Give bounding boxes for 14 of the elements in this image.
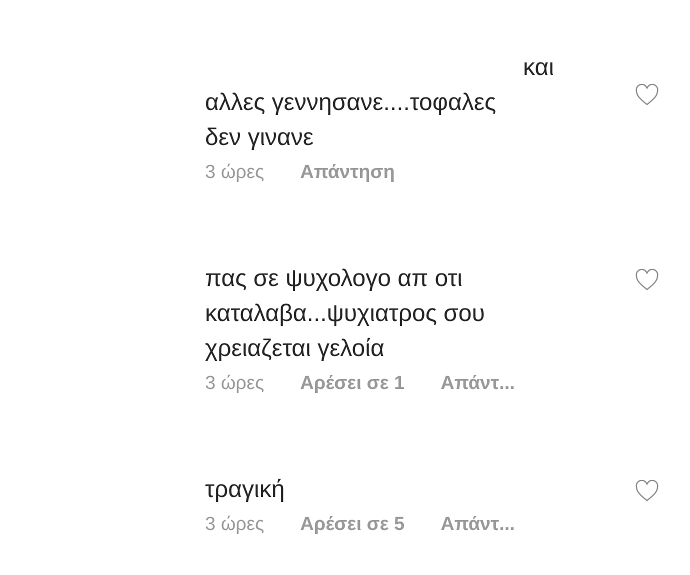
likes-link[interactable]: Αρέσει σε 1 (300, 372, 405, 396)
reply-link[interactable]: Απάντηση (300, 161, 395, 185)
comment-text: πας σε ψυχολογο απ οτι καταλαβα...ψυχιατρος σου χρειαζεται γελοία (205, 264, 486, 364)
timestamp: 3 ώρες (205, 513, 264, 537)
heart-icon[interactable] (635, 480, 659, 502)
timestamp: 3 ώρες (205, 161, 264, 185)
reply-link[interactable]: Απάντ... (440, 513, 515, 537)
comment-text: και αλλες γεννησανε....τοφαλες δεν γινανε (205, 53, 555, 153)
heart-icon[interactable] (635, 84, 659, 106)
timestamp: 3 ώρες (205, 372, 264, 396)
likes-link[interactable]: Αρέσει σε 5 (300, 513, 405, 537)
heart-icon[interactable] (635, 269, 659, 291)
comment-text: τραγική (205, 475, 286, 505)
reply-link[interactable]: Απάντ... (440, 372, 515, 396)
